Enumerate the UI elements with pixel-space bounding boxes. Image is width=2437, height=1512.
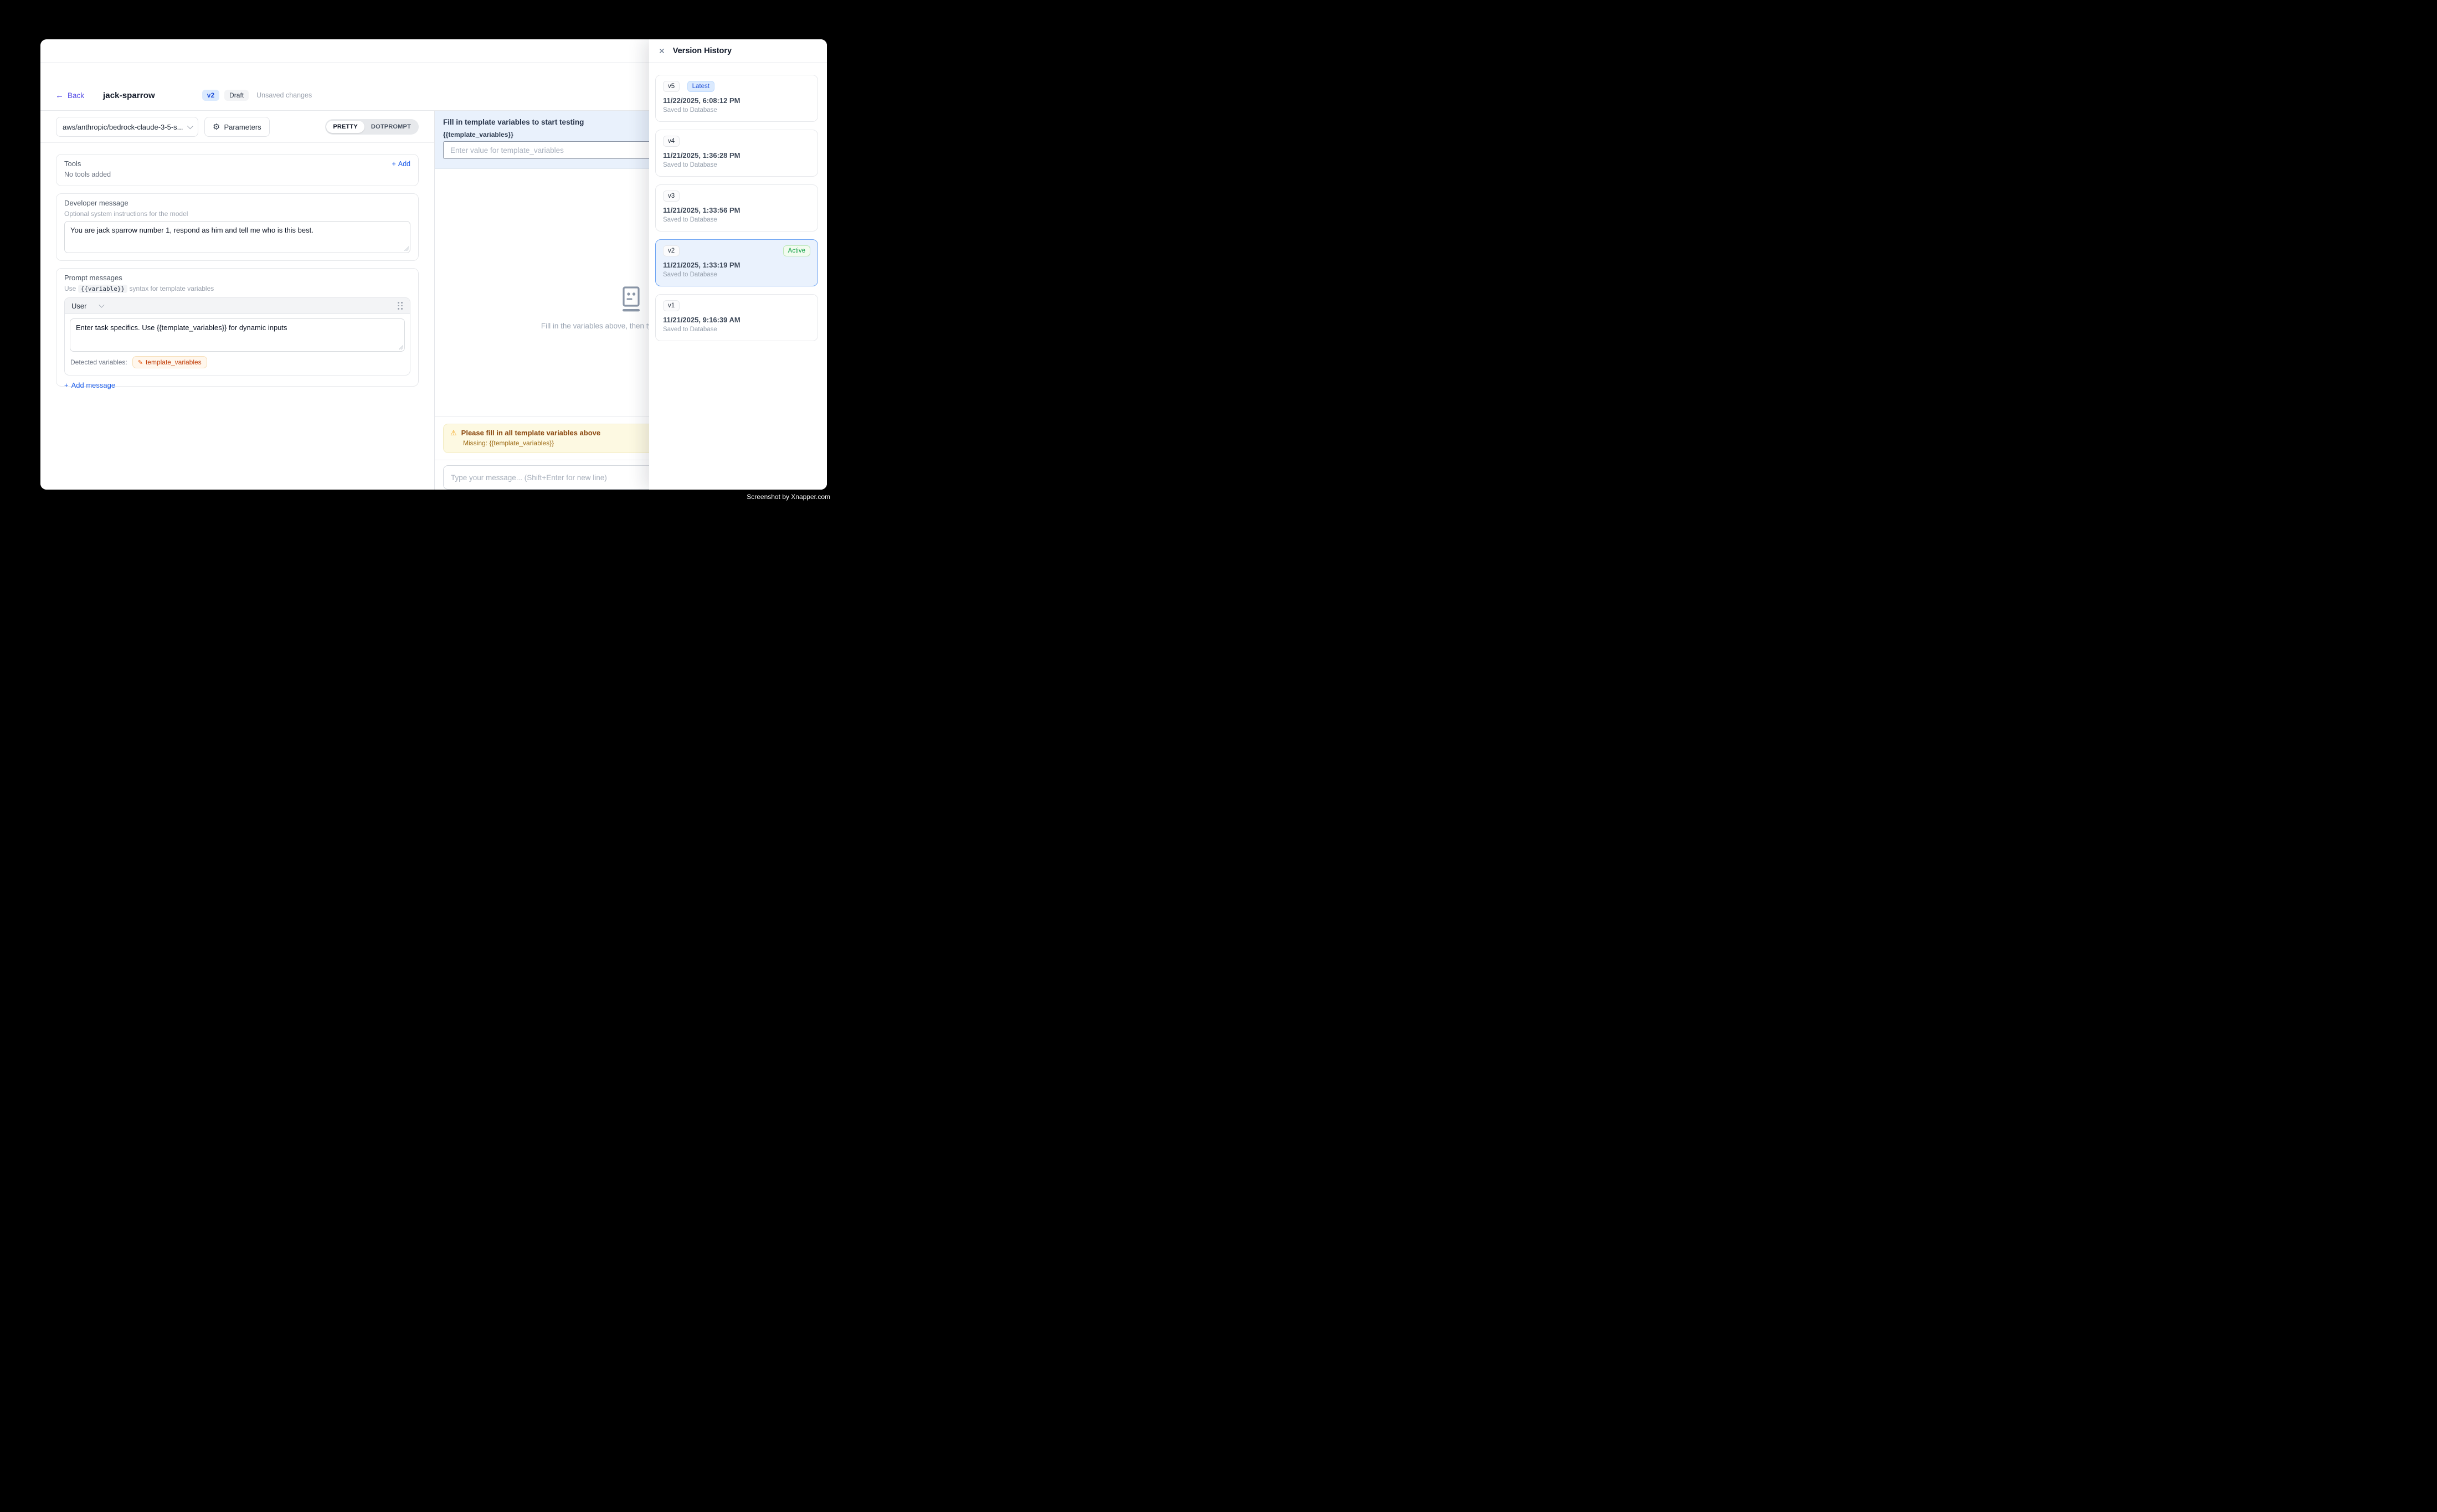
draft-badge: Draft: [224, 90, 249, 101]
prompt-editor-panel: aws/anthropic/bedrock-claude-3-5-s... ⚙ …: [40, 111, 435, 490]
drag-handle-icon[interactable]: [398, 302, 403, 310]
chevron-down-icon: [99, 302, 105, 307]
prompt-messages-card: Prompt messages Use {{variable}} syntax …: [56, 268, 419, 387]
tools-card: Tools + Add No tools added: [56, 154, 419, 186]
version-saved-label: Saved to Database: [663, 162, 810, 168]
robot-icon: [618, 286, 644, 313]
add-tool-button[interactable]: + Add: [392, 160, 410, 168]
template-variable-chip[interactable]: ✎ template_variables: [132, 356, 207, 368]
unsaved-changes-label: Unsaved changes: [256, 91, 312, 99]
prompt-message-block: User Enter task specifics. Use: [64, 297, 410, 376]
plus-icon: +: [64, 381, 69, 389]
back-arrow-icon: ←: [55, 91, 64, 100]
developer-message-card: Developer message Optional system instru…: [56, 193, 419, 261]
prompt-messages-subtitle: Use {{variable}} syntax for template var…: [64, 285, 410, 292]
close-icon[interactable]: ✕: [659, 47, 665, 55]
pencil-icon: ✎: [138, 359, 143, 366]
prompt-message-textarea[interactable]: Enter task specifics. Use {{template_var…: [70, 318, 405, 352]
version-id-badge: v1: [663, 300, 680, 311]
model-selector-value: aws/anthropic/bedrock-claude-3-5-s...: [63, 123, 183, 131]
version-card-v2-active[interactable]: v2 Active 11/21/2025, 1:33:19 PM Saved t…: [655, 239, 818, 286]
version-history-header: ✕ Version History: [649, 39, 827, 63]
version-timestamp: 11/21/2025, 1:36:28 PM: [663, 151, 810, 160]
page-title: jack-sparrow: [103, 91, 155, 100]
version-card-v3[interactable]: v3 11/21/2025, 1:33:56 PM Saved to Datab…: [655, 184, 818, 232]
version-saved-label: Saved to Database: [663, 326, 810, 333]
developer-message-title: Developer message: [64, 199, 410, 207]
message-role-header: User: [65, 298, 410, 314]
toggle-option-pretty[interactable]: PRETTY: [326, 121, 364, 133]
latest-badge: Latest: [687, 81, 714, 92]
warning-icon: ⚠: [450, 429, 457, 436]
variable-syntax-chip: {{variable}}: [78, 285, 127, 293]
active-badge: Active: [783, 245, 810, 256]
model-selector[interactable]: aws/anthropic/bedrock-claude-3-5-s...: [56, 117, 198, 137]
add-message-button[interactable]: + Add message: [64, 381, 115, 389]
role-selector[interactable]: User: [71, 302, 103, 310]
version-saved-label: Saved to Database: [663, 107, 810, 114]
detected-variables-label: Detected variables:: [70, 358, 127, 366]
version-timestamp: 11/21/2025, 1:33:19 PM: [663, 261, 810, 269]
model-toolbar: aws/anthropic/bedrock-claude-3-5-s... ⚙ …: [40, 111, 434, 143]
version-timestamp: 11/22/2025, 6:08:12 PM: [663, 96, 810, 105]
back-label: Back: [68, 91, 84, 100]
tools-empty-text: No tools added: [64, 171, 410, 178]
plus-icon: +: [392, 160, 395, 168]
tools-title: Tools: [64, 160, 81, 168]
version-id-badge: v3: [663, 191, 680, 202]
version-saved-label: Saved to Database: [663, 217, 810, 223]
version-card-v1[interactable]: v1 11/21/2025, 9:16:39 AM Saved to Datab…: [655, 294, 818, 341]
version-history-panel: ✕ Version History v5 Latest 11/22/2025, …: [649, 39, 827, 490]
version-timestamp: 11/21/2025, 9:16:39 AM: [663, 316, 810, 324]
developer-message-textarea[interactable]: You are jack sparrow number 1, respond a…: [64, 221, 410, 253]
prompt-messages-title: Prompt messages: [64, 274, 410, 282]
screenshot-watermark: Screenshot by Xnapper.com: [747, 493, 830, 501]
version-badge: v2: [202, 90, 219, 101]
developer-message-subtitle: Optional system instructions for the mod…: [64, 210, 410, 218]
version-id-badge: v5: [663, 81, 680, 92]
chevron-down-icon: [187, 123, 193, 129]
app-window: ← Back jack-sparrow v2 Draft Unsaved cha…: [40, 39, 827, 490]
version-timestamp: 11/21/2025, 1:33:56 PM: [663, 206, 810, 214]
version-saved-label: Saved to Database: [663, 271, 810, 278]
format-mode-toggle: PRETTY DOTPROMPT: [325, 119, 419, 135]
version-list: v5 Latest 11/22/2025, 6:08:12 PM Saved t…: [649, 63, 827, 341]
version-id-badge: v4: [663, 136, 680, 147]
parameters-button[interactable]: ⚙ Parameters: [204, 117, 270, 137]
warning-title: Please fill in all template variables ab…: [461, 429, 600, 437]
version-card-v5[interactable]: v5 Latest 11/22/2025, 6:08:12 PM Saved t…: [655, 75, 818, 122]
toggle-option-dotprompt[interactable]: DOTPROMPT: [364, 121, 418, 133]
gear-icon: ⚙: [213, 123, 220, 131]
version-card-v4[interactable]: v4 11/21/2025, 1:36:28 PM Saved to Datab…: [655, 130, 818, 177]
version-id-badge: v2: [663, 245, 680, 256]
back-button[interactable]: ← Back: [55, 91, 84, 100]
version-history-title: Version History: [673, 47, 732, 55]
